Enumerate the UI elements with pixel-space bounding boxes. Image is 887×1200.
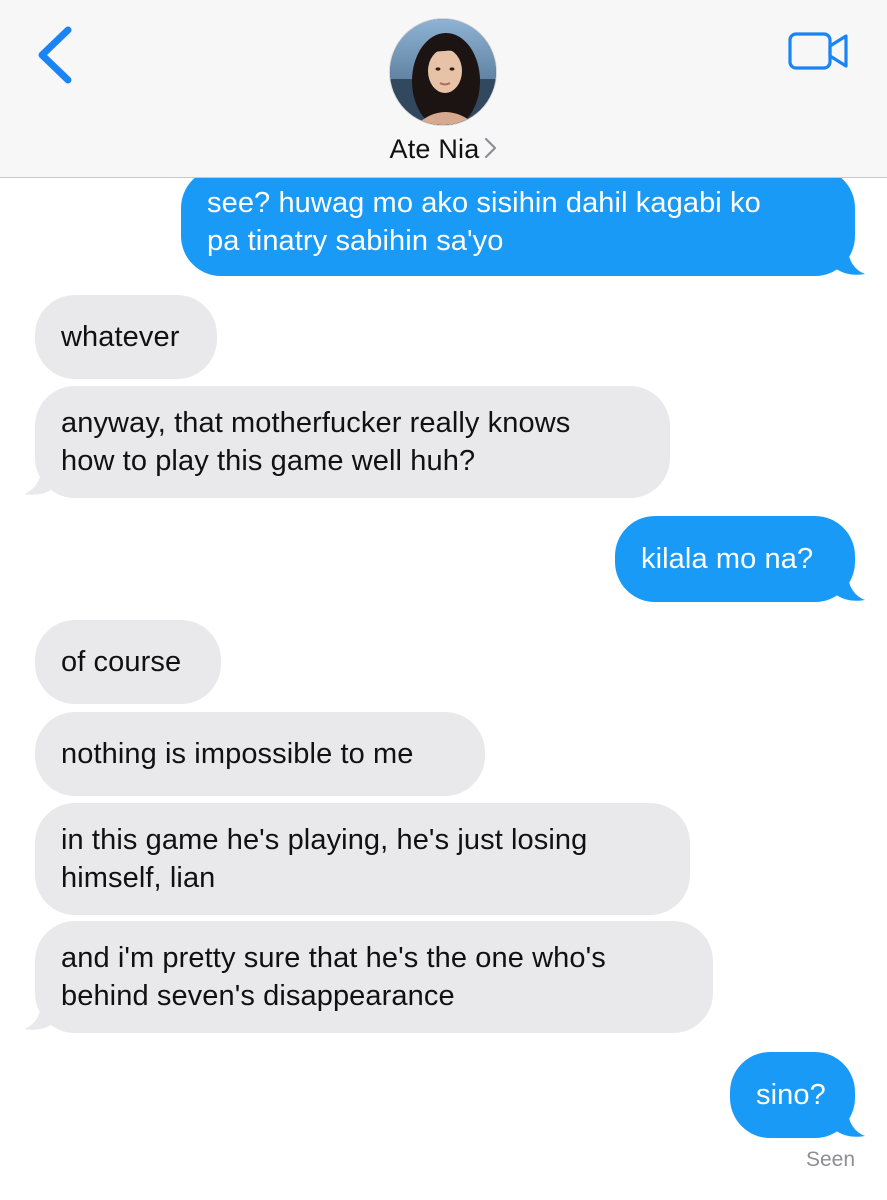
message-text: and i'm pretty sure that he's the one wh… bbox=[61, 942, 606, 1012]
message-bubble-received[interactable]: and i'm pretty sure that he's the one wh… bbox=[35, 921, 713, 1033]
video-camera-icon bbox=[788, 32, 848, 70]
message-bubble-received[interactable]: anyway, that motherfucker really knows h… bbox=[35, 386, 670, 498]
bubble-tail bbox=[835, 1108, 865, 1137]
bubble-tail bbox=[835, 572, 865, 601]
message-bubble-received[interactable]: of course bbox=[35, 620, 221, 704]
message-thread: see? huwag mo ako sisihin dahil kagabi k… bbox=[0, 0, 887, 1200]
contact-name: Ate Nia bbox=[389, 134, 480, 164]
chevron-left-icon bbox=[38, 26, 72, 84]
video-call-button[interactable] bbox=[786, 30, 852, 74]
message-text: whatever bbox=[61, 321, 180, 353]
read-receipt: Seen bbox=[805, 1148, 855, 1171]
conversation-header: Ate Nia bbox=[0, 0, 887, 178]
back-button[interactable] bbox=[30, 24, 80, 88]
message-bubble-received[interactable]: whatever bbox=[35, 295, 217, 379]
avatar-photo bbox=[390, 19, 496, 125]
bubble-tail bbox=[24, 1001, 54, 1030]
contact-name-button[interactable]: Ate Nia bbox=[0, 134, 887, 165]
message-bubble-received[interactable]: nothing is impossible to me bbox=[35, 712, 485, 796]
chevron-right-icon bbox=[485, 137, 497, 159]
bubble-tail bbox=[24, 466, 54, 495]
message-text: sino? bbox=[756, 1079, 826, 1111]
message-bubble-received[interactable]: in this game he's playing, he's just los… bbox=[35, 803, 690, 915]
message-text: of course bbox=[61, 646, 182, 678]
message-text: nothing is impossible to me bbox=[61, 738, 414, 770]
message-text: anyway, that motherfucker really knows h… bbox=[61, 407, 571, 477]
bubble-tail bbox=[835, 246, 865, 275]
message-text: see? huwag mo ako sisihin dahil kagabi k… bbox=[207, 187, 761, 257]
message-text: in this game he's playing, he's just los… bbox=[61, 824, 588, 894]
message-bubble-sent[interactable]: see? huwag mo ako sisihin dahil kagabi k… bbox=[181, 168, 855, 276]
contact-avatar[interactable] bbox=[389, 18, 497, 126]
message-bubble-sent[interactable]: kilala mo na? bbox=[615, 516, 855, 602]
message-text: kilala mo na? bbox=[641, 543, 814, 575]
